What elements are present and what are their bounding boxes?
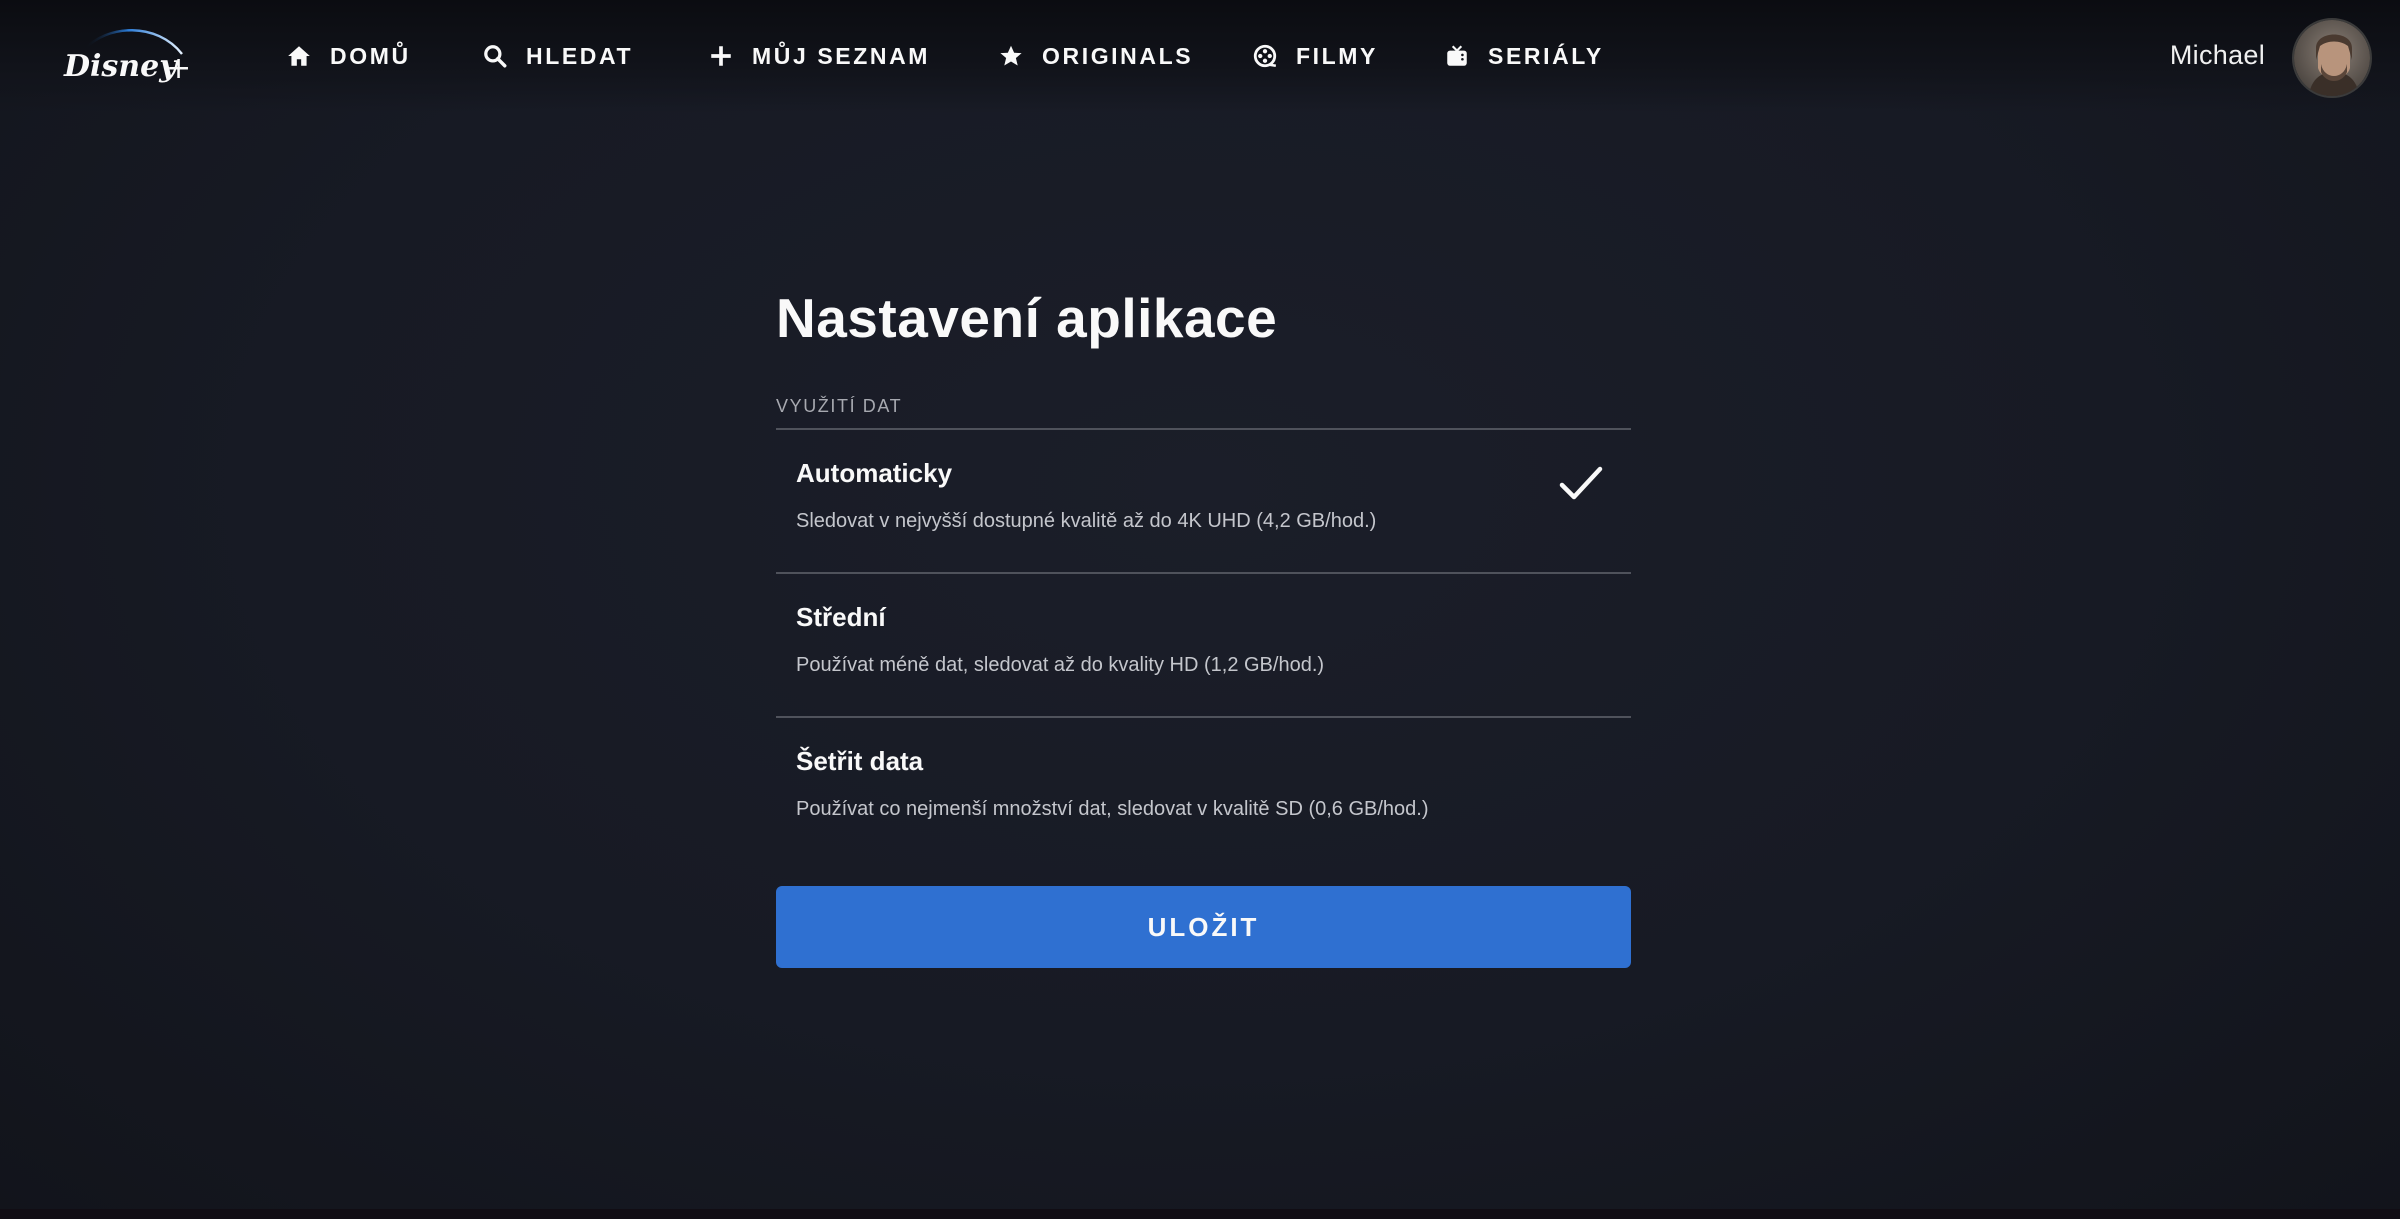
nav-item-series[interactable]: SERIÁLY [1444,38,1604,74]
nav-item-watchlist[interactable]: MŮJ SEZNAM [708,38,930,74]
data-usage-options: Automaticky Sledovat v nejvyšší dostupné… [776,428,1631,862]
nav-item-originals[interactable]: ORIGINALS [998,38,1193,74]
tv-icon [1447,45,1467,66]
option-title: Šetřit data [796,746,924,776]
star-icon [1000,45,1022,66]
option-description: Používat méně dat, sledovat až do kvalit… [796,654,1325,676]
top-navigation-bar: Disney + DOMŮ HLEDAT MŮJ SEZNAM ORIGINAL… [0,0,2400,112]
page-title: Nastavení aplikace [776,287,1278,349]
user-avatar [2294,20,2370,96]
profile-avatar[interactable] [2292,18,2372,98]
home-icon [288,46,310,66]
nav-label-search: HLEDAT [526,42,634,69]
nav-item-search[interactable]: HLEDAT [482,38,633,74]
app-settings-panel: Nastavení aplikace VYUŽITÍ DAT Automatic… [776,278,1631,968]
section-label-data-usage: VYUŽITÍ DAT [776,396,903,416]
search-icon [484,45,507,68]
svg-text:Disney: Disney [63,49,179,84]
option-save-data[interactable]: Šetřit data Používat co nejmenší množstv… [776,718,1631,862]
profile-name[interactable]: Michael [2170,40,2265,71]
option-description: Používat co nejmenší množství dat, sledo… [796,798,1429,820]
nav-label-movies: FILMY [1296,42,1378,69]
option-title: Automaticky [796,458,953,488]
nav-item-movies[interactable]: FILMY [1252,38,1378,74]
option-medium[interactable]: Střední Používat méně dat, sledovat až d… [776,574,1631,718]
nav-label-series: SERIÁLY [1488,42,1604,69]
option-automatic[interactable]: Automaticky Sledovat v nejvyšší dostupné… [776,430,1631,574]
disney-plus-logo[interactable]: Disney + [62,20,192,96]
nav-label-watchlist: MŮJ SEZNAM [752,42,931,69]
save-button[interactable]: ULOŽIT [776,886,1631,968]
svg-text:+: + [166,51,191,86]
nav-label-home: DOMŮ [330,42,411,69]
film-reel-icon [1253,44,1277,68]
nav-item-home[interactable]: DOMŮ [286,38,411,74]
option-description: Sledovat v nejvyšší dostupné kvalitě až … [796,510,1377,532]
option-title: Střední [796,602,886,632]
plus-icon [711,46,731,66]
nav-label-originals: ORIGINALS [1042,42,1194,69]
checkmark-icon [1559,466,1603,500]
